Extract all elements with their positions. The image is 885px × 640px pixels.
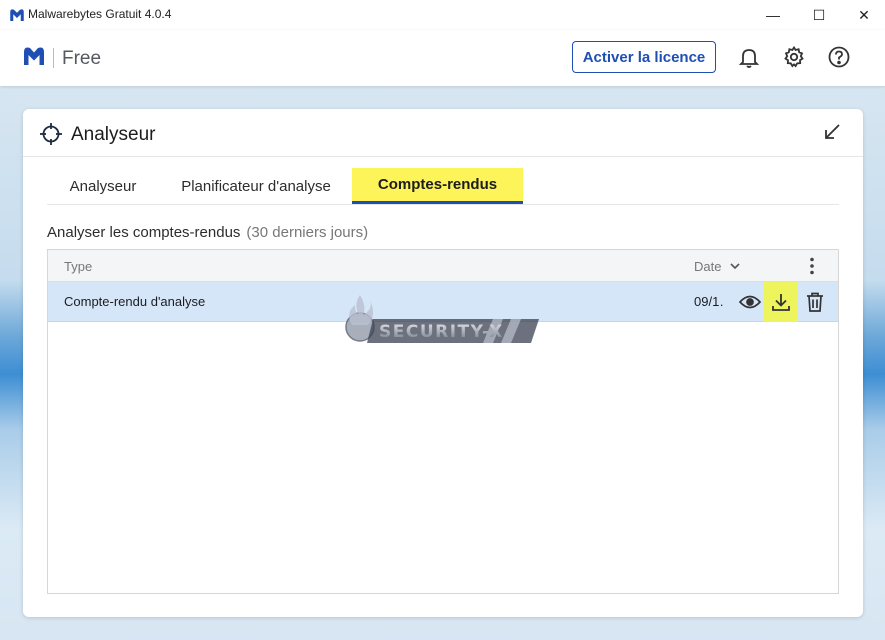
window-title: Malwarebytes Gratuit 4.0.4 — [28, 7, 172, 21]
help-icon[interactable] — [827, 45, 851, 69]
more-options-icon[interactable] — [805, 256, 819, 276]
row-date: 09/1… — [694, 294, 724, 309]
tab-analyseur[interactable]: Analyseur — [47, 168, 159, 204]
gear-icon[interactable] — [782, 45, 806, 69]
bell-icon[interactable] — [737, 45, 761, 69]
tab-comptes-rendus[interactable]: Comptes-rendus — [352, 168, 523, 204]
scanner-panel: Analyseur Analyseur Planificateur d'anal… — [23, 109, 863, 617]
panel-divider — [23, 156, 863, 157]
tabs-divider — [47, 204, 839, 205]
watermark-text: SECURITY-X — [379, 322, 504, 342]
title-bar: Malwarebytes Gratuit 4.0.4 — ☐ ✕ — [0, 0, 885, 30]
column-header-type[interactable]: Type — [64, 259, 92, 274]
crosshair-icon — [40, 123, 62, 145]
section-title: Analyser les comptes-rendus (30 derniers … — [47, 224, 368, 241]
logo-separator — [53, 48, 54, 68]
row-type: Compte-rendu d'analyse — [64, 294, 206, 309]
eye-icon — [739, 295, 761, 309]
malwarebytes-logo-icon — [24, 47, 44, 65]
minimize-button[interactable]: — — [750, 0, 796, 30]
column-header-date[interactable]: Date — [694, 259, 721, 274]
watermark: SECURITY-X — [343, 293, 543, 347]
panel-title: Analyseur — [71, 124, 156, 145]
app-header: Free Activer la licence — [0, 30, 885, 86]
tab-planificateur[interactable]: Planificateur d'analyse — [171, 168, 341, 204]
section-subtitle: (30 derniers jours) — [246, 224, 369, 241]
activate-license-button[interactable]: Activer la licence — [572, 41, 716, 73]
close-button[interactable]: ✕ — [841, 0, 885, 30]
download-icon — [772, 294, 790, 311]
trash-icon — [807, 292, 823, 312]
maximize-button[interactable]: ☐ — [796, 0, 842, 30]
export-report-button[interactable] — [764, 282, 798, 322]
table-header: Type Date — [48, 250, 838, 282]
chevron-down-icon[interactable] — [729, 260, 741, 272]
plan-label: Free — [62, 48, 102, 69]
section-title-text: Analyser les comptes-rendus — [47, 224, 241, 241]
malwarebytes-logo-icon — [10, 9, 24, 21]
view-report-button[interactable] — [733, 282, 767, 322]
collapse-arrow-icon[interactable] — [823, 123, 841, 141]
delete-report-button[interactable] — [798, 282, 832, 322]
